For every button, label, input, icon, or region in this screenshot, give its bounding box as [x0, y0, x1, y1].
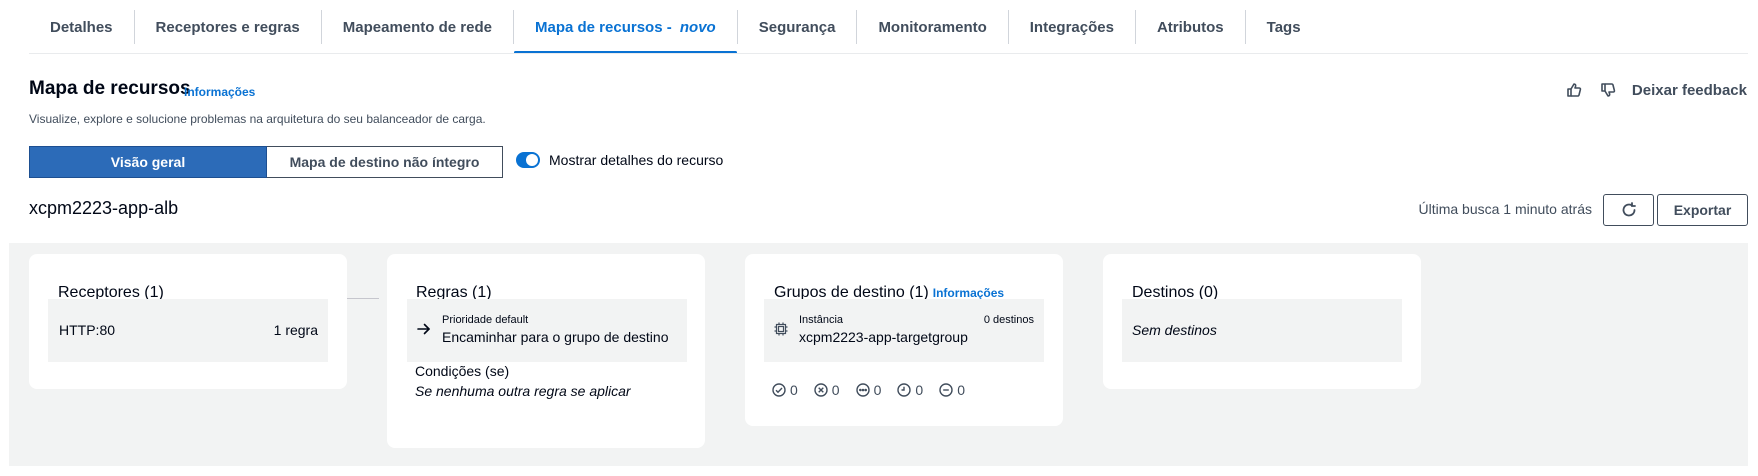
tab-label: Integrações: [1029, 18, 1114, 36]
ellipsis-circle-icon: [855, 383, 870, 397]
conditions-label: Condições (se): [415, 363, 510, 379]
tab-resource-map[interactable]: Mapa de recursos - novo: [514, 0, 737, 54]
status-unused: 0: [939, 382, 965, 398]
conditions-value: Se nenhuma outra regra se aplicar: [415, 383, 631, 399]
thumbs-down-icon[interactable]: [1598, 80, 1618, 100]
arrow-right-icon: [417, 322, 431, 336]
info-link[interactable]: Informações: [184, 85, 255, 99]
clock-circle-icon: [897, 383, 912, 397]
status-count: 0: [790, 382, 798, 398]
feedback-link[interactable]: Deixar feedback: [1632, 82, 1747, 99]
status-count: 0: [957, 382, 965, 398]
tab-bar: Detalhes Receptores e regras Mapeamento …: [29, 0, 1322, 54]
target-group-name: xcpm2223-app-targetgroup: [799, 329, 968, 345]
tab-listeners-rules[interactable]: Receptores e regras: [135, 0, 321, 54]
target-groups-card: Grupos de destino (1) Informações Instânc…: [745, 254, 1063, 426]
tab-label: Monitoramento: [878, 18, 987, 36]
listener-rule-count: 1 regra: [273, 322, 318, 338]
tab-tags[interactable]: Tags: [1246, 0, 1322, 54]
load-balancer-name: xcpm2223-app-alb: [29, 198, 179, 218]
tab-integrations[interactable]: Integrações: [1009, 0, 1135, 54]
targets-empty-item: Sem destinos: [1122, 299, 1402, 362]
show-details-label: Mostrar detalhes do recurso: [549, 152, 724, 168]
status-count: 0: [915, 382, 924, 398]
status-unhealthy: 0: [814, 382, 840, 398]
view-segmented-control: Visão geral Mapa de destino não íntegro: [29, 146, 503, 178]
minus-circle-icon: [939, 383, 953, 397]
refresh-button[interactable]: [1603, 194, 1654, 226]
tab-details[interactable]: Detalhes: [29, 0, 134, 54]
refresh-icon: [1621, 202, 1637, 218]
rule-action: Encaminhar para o grupo de destino: [442, 329, 669, 345]
feedback-group: Deixar feedback: [1564, 80, 1747, 100]
tab-underline: [29, 53, 1748, 54]
listeners-card: Receptores (1) HTTP:80 1 regra: [29, 254, 347, 389]
tab-new-badge: novo: [679, 18, 716, 36]
tab-security[interactable]: Segurança: [738, 0, 857, 54]
tab-label: Segurança: [758, 18, 836, 36]
rule-priority: Prioridade default: [442, 314, 529, 326]
status-healthy: 0: [772, 382, 798, 398]
tab-network-mapping[interactable]: Mapeamento de rede: [322, 0, 513, 54]
targets-empty-text: Sem destinos: [1132, 322, 1217, 338]
show-details-toggle[interactable]: [516, 152, 540, 168]
rules-card: Regras (1) Prioridade default Encaminhar…: [387, 254, 705, 448]
page-title: Mapa de recursos: [29, 78, 191, 99]
tab-monitoring[interactable]: Monitoramento: [857, 0, 1007, 54]
tab-label: Mapeamento de rede: [342, 18, 492, 36]
rule-item[interactable]: Prioridade default Encaminhar para o gru…: [407, 299, 687, 362]
tab-label: Mapa de recursos -: [535, 18, 676, 36]
listener-item[interactable]: HTTP:80 1 regra: [48, 299, 328, 362]
tab-label: Detalhes: [50, 18, 113, 36]
listener-protocol: HTTP:80: [59, 322, 116, 338]
target-group-type: Instância: [799, 314, 844, 326]
page-description: Visualize, explore e solucione problemas…: [29, 112, 486, 126]
x-circle-icon: [814, 383, 828, 397]
resource-map-canvas: Receptores (1) HTTP:80 1 regra Regras (1…: [9, 243, 1748, 466]
instance-icon: [774, 322, 788, 336]
unhealthy-target-map-segment[interactable]: Mapa de destino não íntegro: [267, 146, 503, 178]
target-status-summary: 0 0 0 0 0: [772, 382, 965, 398]
status-pending: 0: [855, 382, 882, 398]
overview-segment[interactable]: Visão geral: [29, 146, 267, 178]
status-count: 0: [831, 382, 840, 398]
target-group-target-count: 0 destinos: [983, 314, 1034, 326]
show-details-toggle-group: Mostrar detalhes do recurso: [516, 152, 723, 168]
thumbs-up-icon[interactable]: [1564, 80, 1584, 100]
tab-label: Receptores e regras: [155, 18, 300, 36]
target-groups-info-link[interactable]: Informações: [933, 286, 1004, 300]
last-fetch-text: Última busca 1 minuto atrás: [1418, 201, 1592, 217]
export-button[interactable]: Exportar: [1657, 194, 1748, 226]
status-draining: 0: [897, 382, 923, 398]
check-circle-icon: [772, 383, 786, 397]
tab-label: Tags: [1266, 18, 1301, 36]
status-count: 0: [873, 382, 882, 398]
targets-card: Destinos (0) Sem destinos: [1103, 254, 1421, 389]
tab-label: Atributos: [1156, 18, 1224, 36]
tab-attributes[interactable]: Atributos: [1136, 0, 1245, 54]
target-group-item[interactable]: Instância 0 destinos xcpm2223-app-target…: [764, 299, 1044, 362]
